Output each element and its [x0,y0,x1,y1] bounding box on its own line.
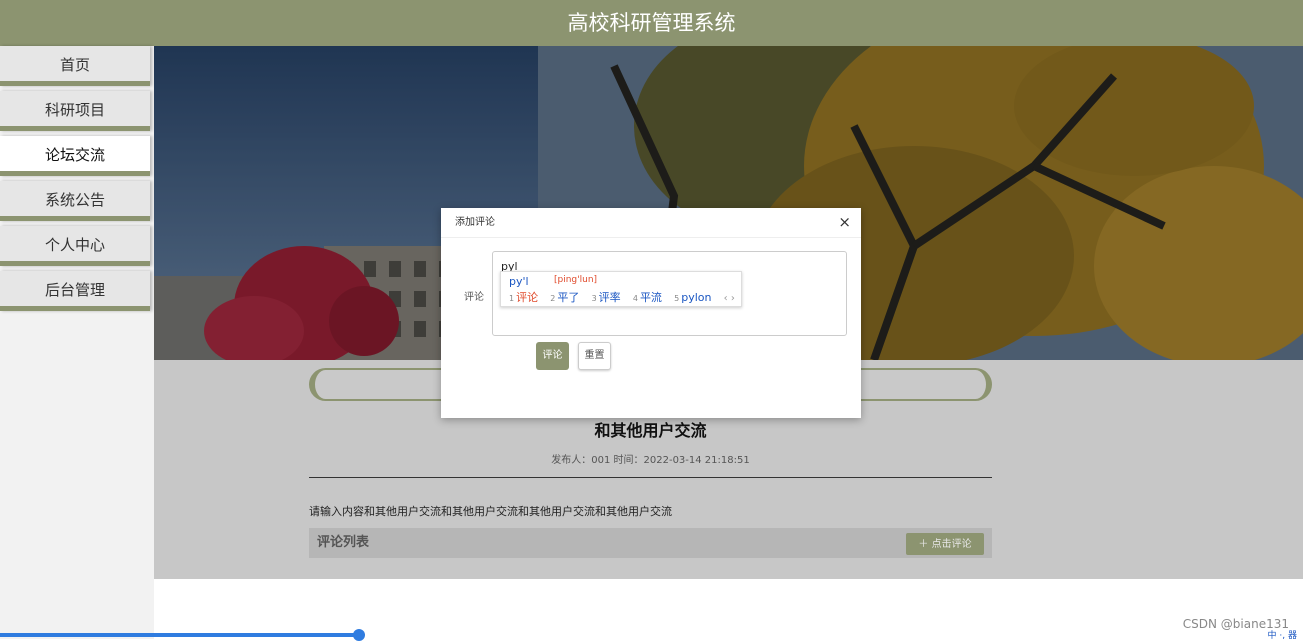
add-comment-button[interactable]: ＋ 点击评论 [906,533,984,555]
comment-field-label: 评论 [464,292,484,303]
sidebar-item-personal-center[interactable]: 个人中心 [0,226,150,266]
app-header: 高校科研管理系统 [0,0,1303,46]
modal-title: 添加评论 [455,217,495,228]
sidebar-item-home[interactable]: 首页 [0,46,150,86]
sidebar-item-admin[interactable]: 后台管理 [0,271,150,311]
plus-icon: ＋ [918,539,929,550]
app-title: 高校科研管理系统 [567,11,736,35]
comment-list-title: 评论列表 [317,535,370,550]
ime-candidate[interactable]: 4 平流 [633,289,662,305]
post-body: 请输入内容和其他用户交流和其他用户交流和其他用户交流和其他用户交流 [309,505,672,518]
close-icon[interactable]: × [838,208,851,237]
sidebar-item-research-projects[interactable]: 科研项目 [0,91,150,131]
comment-list-header: 评论列表 ＋ 点击评论 [309,528,992,558]
ime-pinyin-hint: [ping'lun] [554,275,598,285]
loading-progress-bar [0,633,360,637]
post-divider [309,477,992,478]
reset-button[interactable]: 重置 [578,342,611,370]
ime-candidates: 1 评论 2 平了 3 评率 4 平流 5 pylon ‹ › [509,289,735,305]
sidebar-item-forum[interactable]: 论坛交流 [0,136,150,176]
ime-composition: py'l [509,275,529,288]
post-meta: 发布人：001 时间：2022-03-14 21:18:51 [551,455,750,466]
sidebar: 首页 科研项目 论坛交流 系统公告 个人中心 后台管理 [0,46,154,639]
ime-tray-indicator[interactable]: 中 ·, 器 [1268,628,1297,641]
post-title: 和其他用户交流 [594,421,707,440]
add-comment-modal: 添加评论 × 评论 pyl py'l [ping'lun] 1 评论 2 平了 3评… [441,208,861,418]
progress-handle[interactable] [353,629,365,641]
ime-candidate-window: py'l [ping'lun] 1 评论 2 平了 3 评率 4 平流 5 pylon ‹… [500,271,742,307]
ime-page-arrows[interactable]: ‹ › [724,293,735,304]
submit-comment-button[interactable]: 评论 [536,342,569,370]
ime-candidate[interactable]: 2 平了 [550,289,579,305]
modal-header: 添加评论 × [441,208,861,238]
ime-candidate[interactable]: 5 pylon [674,291,711,304]
sidebar-item-announcements[interactable]: 系统公告 [0,181,150,221]
ime-candidate[interactable]: 1 评论 [509,289,538,305]
ime-candidate[interactable]: 3 评率 [592,289,621,305]
